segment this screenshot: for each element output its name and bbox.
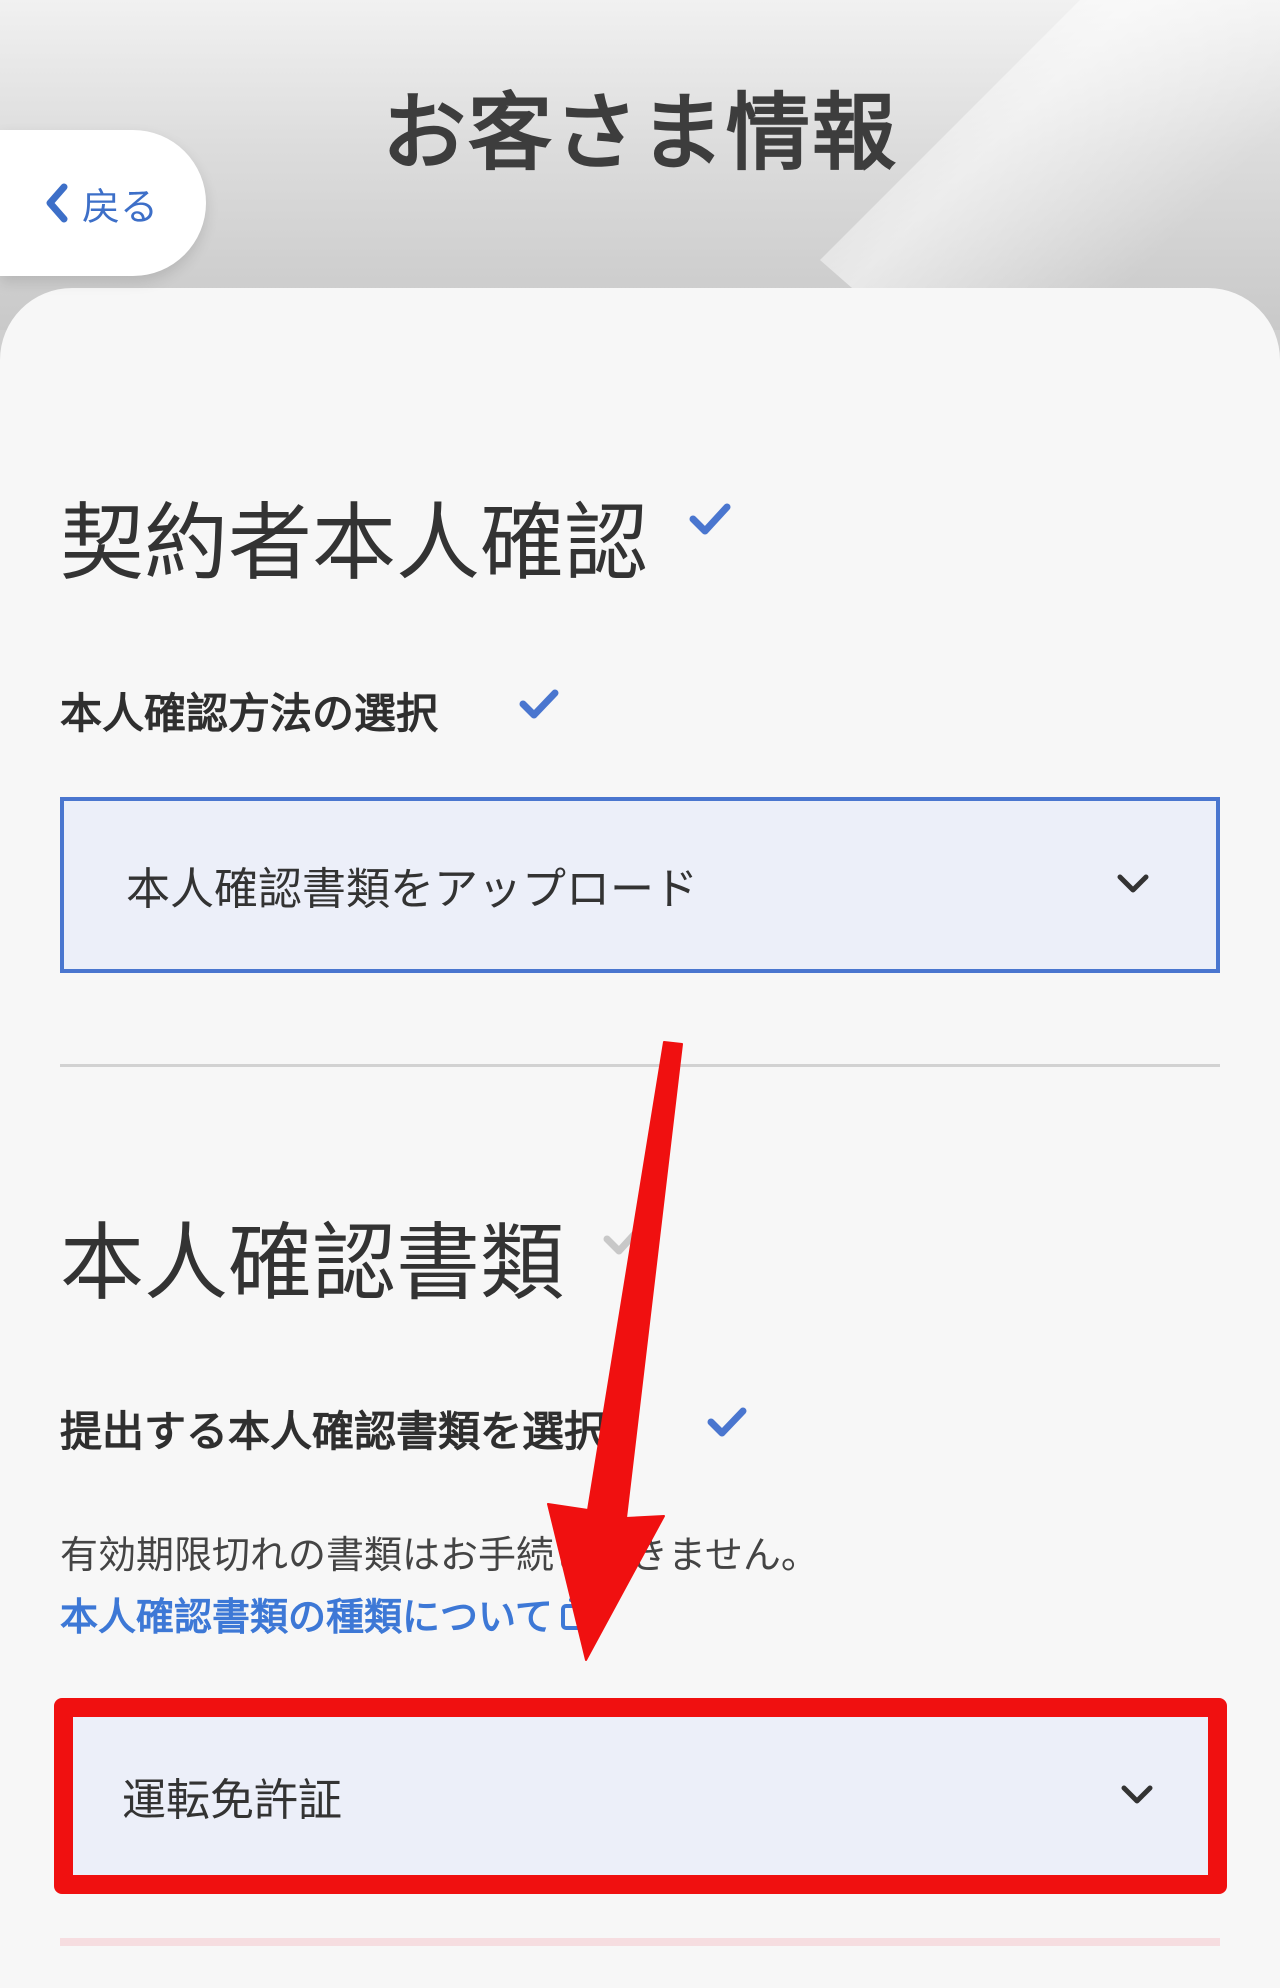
documents-section-title: 本人確認書類 — [60, 1214, 565, 1312]
checkmark-icon — [603, 1223, 645, 1255]
checkmark-icon — [689, 503, 731, 535]
document-types-link[interactable]: 本人確認書類の種類について — [60, 1586, 595, 1641]
expiry-note: 有効期限切れの書類はお手続きできません。 — [60, 1533, 819, 1577]
document-select-label: 提出する本人確認書類を選択 — [60, 1407, 607, 1456]
next-field-edge — [60, 1938, 1220, 1946]
method-label: 本人確認方法の選択 — [60, 689, 439, 738]
checkmark-icon — [519, 689, 559, 719]
section-divider — [60, 1064, 1220, 1067]
method-select[interactable]: 本人確認書類をアップロード — [60, 797, 1220, 973]
checkmark-icon — [707, 1407, 747, 1437]
identity-section-title: 契約者本人確認 — [60, 494, 649, 592]
chevron-down-icon — [1117, 874, 1149, 893]
document-types-link-label: 本人確認書類の種類について — [60, 1595, 553, 1639]
method-select-value: 本人確認書類をアップロード — [126, 864, 698, 915]
external-link-icon — [560, 1597, 593, 1630]
form-content: 契約者本人確認 本人確認方法の選択 本人確認書類をアップロード 本人確認書類 提… — [0, 0, 1280, 1946]
annotation-highlight-frame — [54, 1698, 1227, 1894]
